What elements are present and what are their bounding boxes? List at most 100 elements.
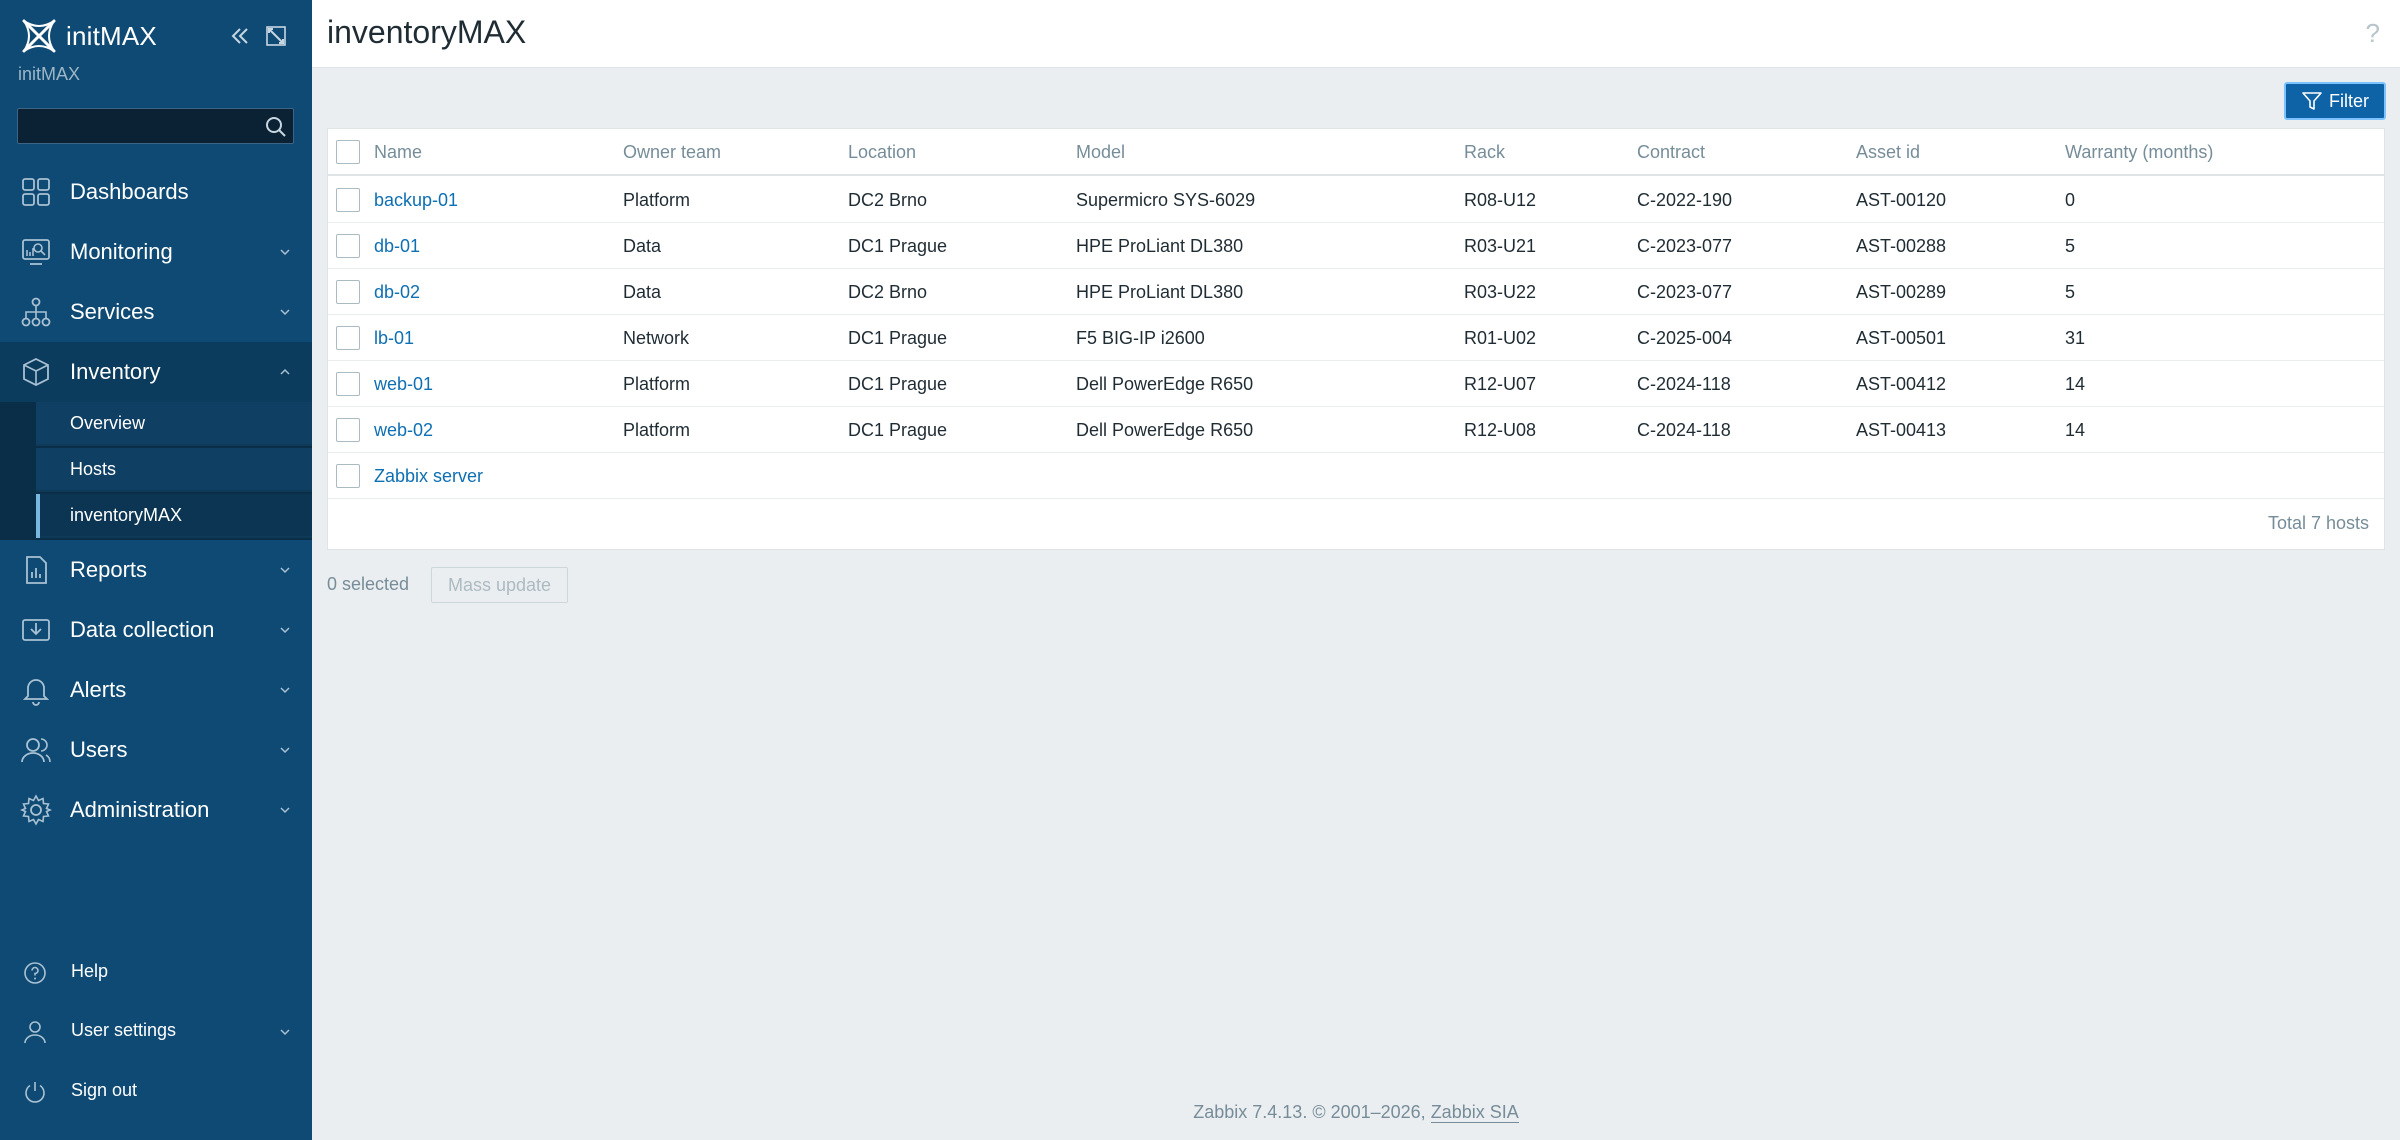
inventory-table: Name Owner team Location Model Rack Cont… [327, 128, 2385, 550]
table-total: Total 7 hosts [2267, 513, 2369, 533]
sidebar-item-inventorymax[interactable]: inventoryMAX [36, 494, 312, 538]
help-icon[interactable]: ? [2366, 18, 2380, 49]
asset-id-cell: AST-00412 [1856, 374, 1947, 394]
rack-cell: R12-U07 [1464, 374, 1537, 394]
filter-button[interactable]: Filter [2284, 82, 2386, 120]
contract-cell: C-2023-077 [1637, 236, 1733, 256]
user-icon [24, 1021, 46, 1044]
page-title: inventoryMAX [327, 14, 527, 50]
row-checkbox[interactable] [336, 464, 360, 488]
model-cell: Supermicro SYS-6029 [1076, 190, 1256, 210]
row-checkbox[interactable] [336, 372, 360, 396]
select-all-checkbox[interactable] [336, 140, 360, 164]
users-icon [21, 738, 51, 763]
table-row: db-02 Data DC2 Brno HPE ProLiant DL380 R… [328, 269, 2384, 315]
nav-dashboards-label: Dashboards [70, 179, 189, 204]
contract-cell: C-2025-004 [1637, 328, 1733, 348]
nav-help[interactable]: Help [0, 947, 312, 997]
owner-team-cell: Platform [623, 190, 691, 210]
column-header-warranty[interactable]: Warranty (months) [2065, 129, 2213, 176]
row-checkbox[interactable] [336, 418, 360, 442]
table-row: db-01 Data DC1 Prague HPE ProLiant DL380… [328, 223, 2384, 269]
table-row: web-01 Platform DC1 Prague Dell PowerEdg… [328, 361, 2384, 407]
nav-sign-out[interactable]: Sign out [0, 1066, 312, 1116]
nav-sign-out-label: Sign out [71, 1080, 138, 1100]
brand[interactable]: initMAX [18, 16, 157, 56]
search-input[interactable] [18, 109, 254, 143]
nav-reports[interactable]: Reports [0, 540, 312, 600]
contract-cell: C-2024-118 [1637, 374, 1731, 394]
model-cell: Dell PowerEdge R650 [1076, 374, 1254, 394]
model-cell: F5 BIG-IP i2600 [1076, 328, 1205, 348]
row-checkbox[interactable] [336, 280, 360, 304]
nav-data-collection[interactable]: Data collection [0, 600, 312, 660]
rack-cell: R01-U02 [1464, 328, 1537, 348]
sidebar-item-label: Overview [70, 412, 146, 433]
inventory-submenu: Overview Hosts inventoryMAX [0, 402, 312, 540]
column-header-asset-id[interactable]: Asset id [1856, 129, 1920, 176]
nav-users[interactable]: Users [0, 720, 312, 780]
rack-cell: R08-U12 [1464, 190, 1537, 210]
search-icon[interactable] [263, 115, 287, 139]
warranty-cell: 5 [2065, 282, 2076, 302]
nav-help-label: Help [71, 961, 109, 981]
column-header-name[interactable]: Name [374, 129, 422, 176]
location-cell: DC1 Prague [848, 420, 948, 440]
host-name-link[interactable]: Zabbix server [374, 453, 483, 499]
warranty-cell: 0 [2065, 190, 2076, 210]
model-cell: HPE ProLiant DL380 [1076, 282, 1244, 302]
chevron-down-icon [280, 807, 290, 814]
location-cell: DC2 Brno [848, 190, 928, 210]
nav-dashboards[interactable]: Dashboards [0, 162, 312, 222]
rack-cell: R12-U08 [1464, 420, 1537, 440]
asset-id-cell: AST-00501 [1856, 328, 1947, 348]
row-checkbox[interactable] [336, 234, 360, 258]
model-cell: Dell PowerEdge R650 [1076, 420, 1254, 440]
power-icon [25, 1082, 45, 1103]
column-header-contract[interactable]: Contract [1637, 129, 1705, 176]
mass-update-button[interactable]: Mass update [431, 567, 568, 603]
chevron-down-icon [280, 249, 290, 256]
location-cell: DC1 Prague [848, 374, 948, 394]
nav-services[interactable]: Services [0, 282, 312, 342]
host-name-link[interactable]: web-02 [374, 407, 433, 453]
warranty-cell: 5 [2065, 236, 2076, 256]
table-header-row: Name Owner team Location Model Rack Cont… [328, 129, 2384, 176]
sidebar-item-label: Hosts [70, 458, 117, 479]
inventory-box-icon [23, 357, 49, 387]
chevron-down-icon [280, 309, 290, 316]
footer-link[interactable]: Zabbix SIA [1430, 1102, 1519, 1123]
collapse-sidebar-icon[interactable] [226, 22, 254, 50]
nav-user-settings[interactable]: User settings [0, 1006, 312, 1056]
host-name-link[interactable]: db-02 [374, 269, 420, 315]
column-header-location[interactable]: Location [848, 129, 916, 176]
kiosk-mode-icon[interactable] [262, 22, 290, 50]
column-header-rack[interactable]: Rack [1464, 129, 1505, 176]
sidebar-item-label: inventoryMAX [70, 504, 183, 525]
nav-monitoring[interactable]: Monitoring [0, 222, 312, 282]
model-cell: HPE ProLiant DL380 [1076, 236, 1244, 256]
nav-alerts[interactable]: Alerts [0, 660, 312, 720]
host-name-link[interactable]: backup-01 [374, 177, 458, 223]
column-header-owner-team[interactable]: Owner team [623, 129, 721, 176]
owner-team-cell: Data [623, 236, 662, 256]
nav-inventory[interactable]: Inventory [0, 342, 312, 402]
row-checkbox[interactable] [336, 326, 360, 350]
nav-alerts-label: Alerts [70, 677, 127, 702]
nav-monitoring-label: Monitoring [70, 239, 173, 264]
page-header: inventoryMAX ? [312, 0, 2400, 68]
host-name-link[interactable]: db-01 [374, 223, 420, 269]
column-header-model[interactable]: Model [1076, 129, 1125, 176]
nav-administration[interactable]: Administration [0, 780, 312, 840]
chevron-down-icon [280, 687, 290, 694]
nav-services-label: Services [70, 299, 155, 324]
sidebar-item-overview[interactable]: Overview [36, 402, 312, 446]
row-checkbox[interactable] [336, 188, 360, 212]
host-name-link[interactable]: lb-01 [374, 315, 414, 361]
location-cell: DC1 Prague [848, 328, 948, 348]
host-name-link[interactable]: web-01 [374, 361, 433, 407]
table-row: web-02 Platform DC1 Prague Dell PowerEdg… [328, 407, 2384, 453]
gear-icon [20, 794, 52, 826]
location-cell: DC1 Prague [848, 236, 948, 256]
sidebar-item-hosts[interactable]: Hosts [36, 448, 312, 492]
